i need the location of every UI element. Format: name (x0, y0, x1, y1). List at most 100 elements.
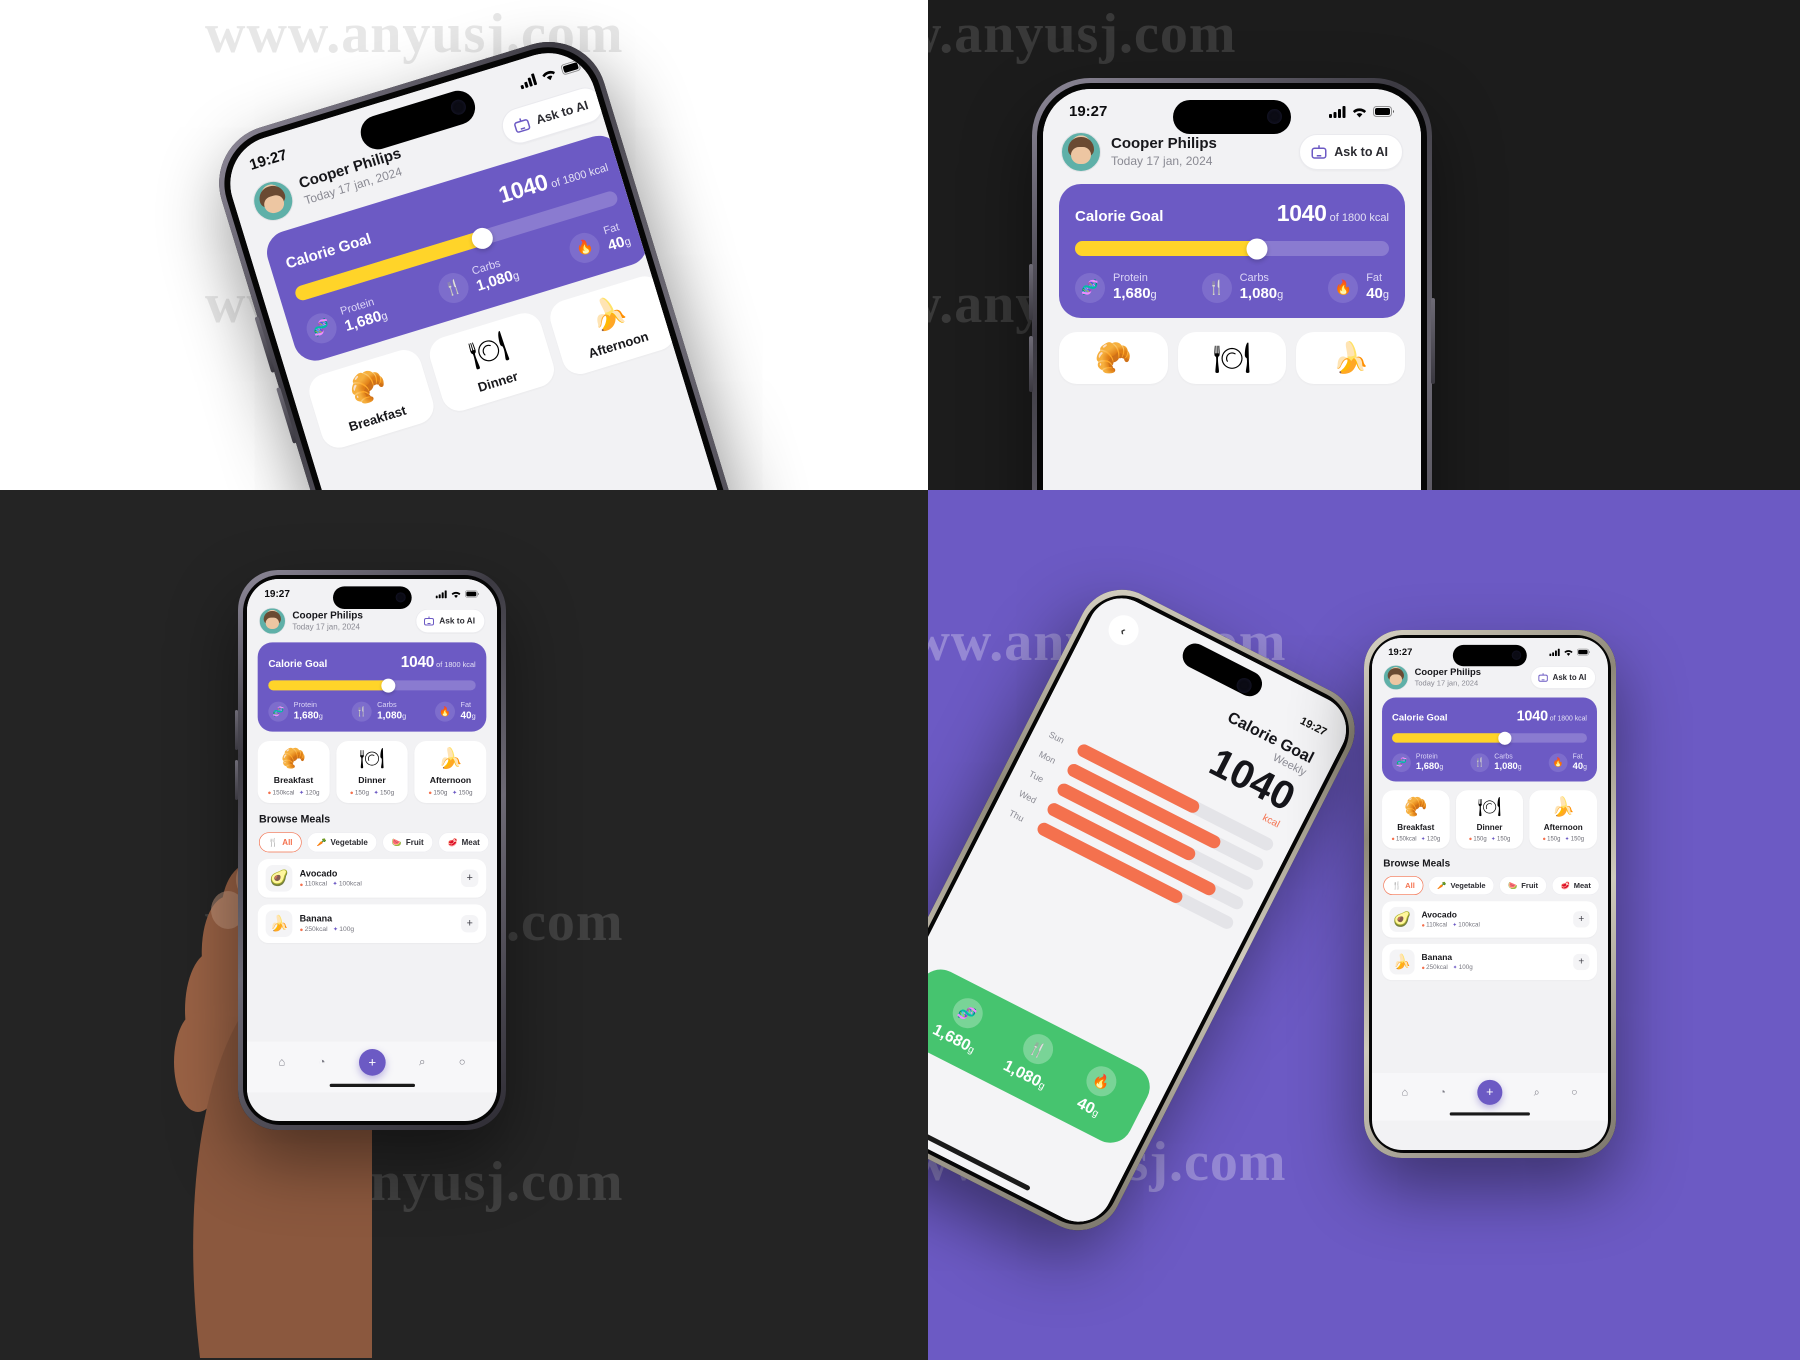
calorie-progress-slider[interactable] (268, 678, 476, 693)
calorie-progress-slider[interactable] (1075, 238, 1389, 259)
avatar[interactable] (248, 175, 299, 226)
user-name: Cooper Philips (1111, 134, 1217, 152)
phone-mockup-1: 19:27 Cooper Philips Today 17 jan, 2024 (204, 27, 813, 490)
meal-card-afternoon[interactable]: 🍌 (1296, 331, 1406, 384)
calorie-progress-slider[interactable] (1392, 731, 1587, 745)
slider-knob[interactable] (1498, 731, 1512, 745)
tab-home[interactable]: ⌂ (278, 1056, 285, 1069)
steak-plate-icon: 🍽 (1212, 341, 1252, 375)
volume-button[interactable] (235, 710, 238, 750)
user-block: Cooper Philips Today 17 jan, 2024 (292, 610, 409, 633)
food-stats: ● 110kcal ✦ 100kcal (1422, 922, 1567, 929)
tab-profile[interactable]: ○ (459, 1056, 466, 1069)
ask-to-ai-button[interactable]: Ask to AI (1299, 134, 1403, 170)
add-food-button[interactable]: + (1573, 953, 1590, 971)
avatar[interactable] (1383, 664, 1409, 691)
meal-card-breakfast[interactable]: 🥐 Breakfast (304, 345, 438, 453)
add-food-button[interactable]: + (461, 869, 479, 887)
bolt-dot-icon: ✦ (452, 788, 458, 796)
watermelon-icon: 🍉 (391, 837, 402, 847)
dynamic-island (332, 586, 412, 610)
phone-screen-1: 19:27 Cooper Philips Today 17 jan, 2024 (218, 41, 799, 490)
volume-button[interactable] (1029, 264, 1033, 320)
list-item[interactable]: 🍌 Banana ● 250kcal ✦ 100g + (1382, 943, 1597, 981)
tab-stats[interactable]: ◔ (1439, 1086, 1445, 1099)
avatar[interactable] (1061, 132, 1101, 172)
meal-card-breakfast[interactable]: 🥐 (1059, 331, 1168, 384)
add-food-button[interactable]: + (1573, 911, 1590, 928)
flame-dot-icon: ● (1542, 835, 1546, 842)
home-indicator (1449, 1112, 1530, 1116)
meal-card-dinner[interactable]: 🍽 Dinner ● 150g ✦ 150g (336, 740, 408, 803)
calorie-goal-card: Calorie Goal 1040of 1800 kcal 🧬 (1059, 184, 1405, 318)
banana-icon: 🍌 (1389, 949, 1415, 975)
food-body: Banana ● 250kcal ✦ 100g (300, 914, 454, 933)
slider-knob[interactable] (381, 678, 396, 693)
meal-card-afternoon[interactable]: 🍌 Afternoon ● 150g ✦ 150g (1529, 790, 1597, 849)
meal-card-breakfast[interactable]: 🥐 Breakfast ● 150kcal ✦ 120g (1382, 790, 1450, 849)
tab-add-button[interactable]: + (1477, 1079, 1503, 1105)
banana-icon: 🍌 (1332, 341, 1370, 375)
flame-icon: 🔥 (1081, 1061, 1122, 1102)
calorie-value: 1040 (495, 168, 551, 209)
meal-card-dinner[interactable]: 🍽 Dinner ● 150g ✦ 150g (1455, 790, 1524, 849)
chip-meat[interactable]: 🥩 Meat (1551, 876, 1600, 895)
chip-fruit[interactable]: 🍉 Fruit (1499, 876, 1547, 895)
tab-profile[interactable]: ○ (1571, 1086, 1577, 1099)
chip-label: Fruit (405, 837, 424, 847)
chip-label: All (282, 837, 293, 847)
phone-mockup-2: 19:27 Cooper Philips Today 17 jan, 2024 (1029, 78, 1435, 490)
volume-button[interactable] (235, 760, 238, 800)
meal-card-dinner[interactable]: 🍽 Dinner (425, 308, 559, 416)
tab-search[interactable]: ⌕ (419, 1056, 425, 1069)
slider-knob[interactable] (1246, 238, 1268, 259)
macro-value: 1,080g (1494, 760, 1522, 772)
meal-card-dinner[interactable]: 🍽 (1177, 331, 1287, 384)
tab-add-button[interactable]: + (358, 1049, 386, 1076)
macro-text: Carbs 1,080g (1494, 753, 1521, 773)
chip-label: Fruit (1521, 881, 1539, 890)
ask-to-ai-button[interactable]: Ask to AI (415, 609, 486, 634)
meal-card-breakfast[interactable]: 🥐 Breakfast ● 150kcal ✦ 120g (257, 740, 330, 803)
status-icons (1329, 105, 1395, 118)
meal-name: Breakfast (273, 774, 314, 785)
macro-value: 40g (1366, 285, 1389, 303)
food-stats: ● 250kcal ✦ 100g (300, 926, 454, 933)
list-item[interactable]: 🍌 Banana ● 250kcal ✦ 100g + (257, 904, 487, 943)
dna-icon: 🧬 (1075, 272, 1105, 303)
phone-mockup-5: 19:27 Cooper Philips Today 17 jan, 2024 (1364, 630, 1616, 1158)
chip-meat[interactable]: 🥩 Meat (438, 832, 490, 853)
power-button[interactable] (1431, 298, 1435, 384)
weekly-macros-card: 🧬 1,680g 🍴 1,080g 🔥 40g (928, 961, 1158, 1151)
chip-vegetable[interactable]: 🥕 Vegetable (307, 832, 378, 853)
tab-stats[interactable]: ◔ (319, 1056, 326, 1069)
weekly-screen: ‹ 19:27 Calorie Goal Weekly 1040 kcal Su… (928, 586, 1358, 1234)
tab-search[interactable]: ⌕ (1534, 1086, 1540, 1099)
macro-label: Carbs (1494, 752, 1513, 761)
meal-grams: ✦ 150g (452, 788, 473, 797)
phone-screen-2: 19:27 Cooper Philips Today 17 jan, 2024 (1043, 89, 1421, 490)
calorie-of-label: of 1800 kcal (1329, 212, 1389, 224)
tab-home[interactable]: ⌂ (1401, 1086, 1407, 1099)
macro-value: 1,680g (1113, 285, 1157, 303)
add-food-button[interactable]: + (461, 914, 479, 933)
chip-vegetable[interactable]: 🥕 Vegetable (1428, 876, 1495, 895)
battery-icon (1576, 648, 1590, 656)
quadrant-white: www.anyusj.com www.anyusj.com 19:27 (0, 0, 928, 490)
status-time: 19:27 (264, 588, 290, 600)
macro-value: 1,680g (1415, 760, 1444, 772)
food-body: Avocado ● 110kcal ✦ 100kcal (1422, 910, 1567, 928)
list-item[interactable]: 🥑 Avocado ● 110kcal ✦ 100kcal + (257, 858, 487, 898)
volume-button[interactable] (1029, 336, 1033, 392)
ask-to-ai-button[interactable]: Ask to AI (1530, 666, 1596, 689)
meal-kcal: ● 150g (428, 788, 448, 797)
food-kcal: 110kcal (1426, 921, 1448, 929)
avatar[interactable] (259, 607, 286, 635)
signal-icon (1549, 648, 1560, 656)
chip-all[interactable]: 🍴 All (1383, 876, 1424, 895)
meal-card-afternoon[interactable]: 🍌 Afternoon ● 150g ✦ 150g (414, 740, 487, 803)
chip-all[interactable]: 🍴 All (259, 832, 302, 853)
chip-fruit[interactable]: 🍉 Fruit (382, 832, 433, 853)
meal-grams: ✦ 150g (373, 788, 395, 797)
list-item[interactable]: 🥑 Avocado ● 110kcal ✦ 100kcal + (1382, 901, 1597, 938)
